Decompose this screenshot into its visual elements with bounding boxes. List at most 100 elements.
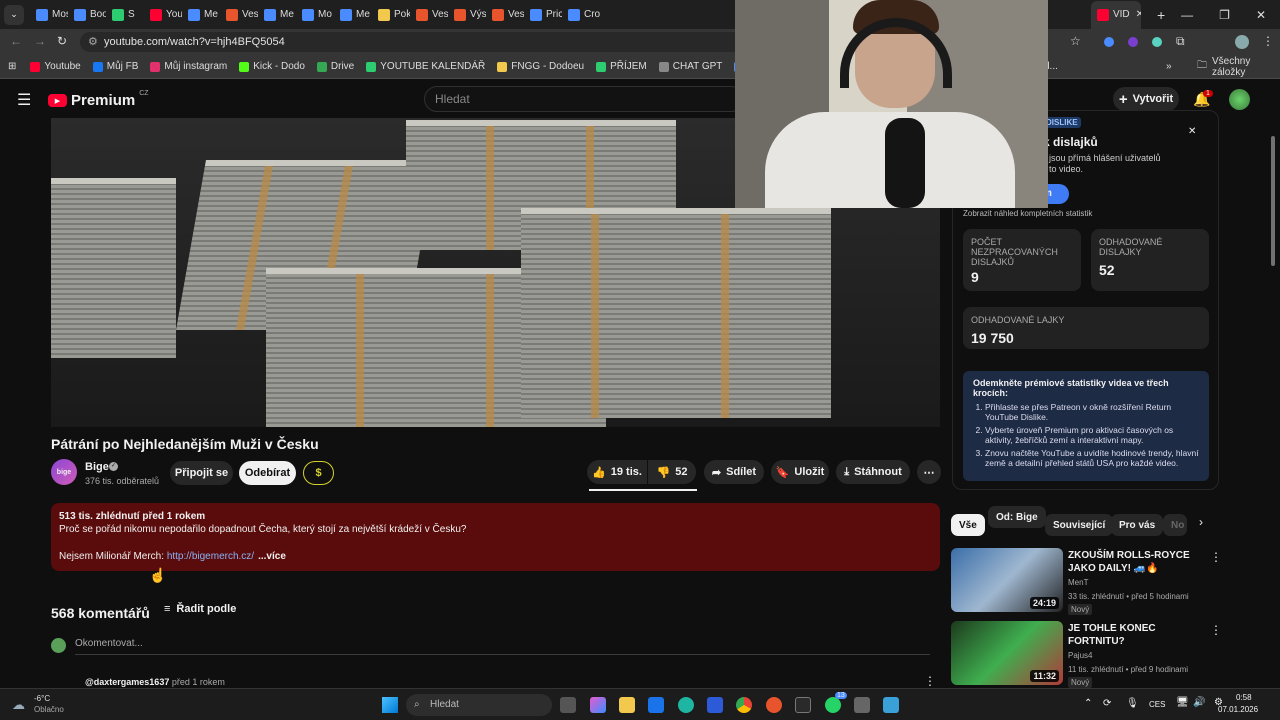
search-input[interactable]: Hledat xyxy=(424,86,744,112)
bookmark-item[interactable]: YOUTUBE KALENDÁŘ xyxy=(366,61,485,72)
like-button[interactable]: 👍 19 tis. xyxy=(587,460,647,484)
tab-1[interactable]: Boo xyxy=(68,1,106,29)
related-thumbnail[interactable]: 11:32 xyxy=(951,621,1063,685)
terminal-icon[interactable] xyxy=(795,697,811,713)
bookmark-item[interactable]: Kick - Dodo xyxy=(239,61,305,72)
tab-10[interactable]: Ves xyxy=(410,1,448,29)
volume-icon[interactable]: 🔊 xyxy=(1193,697,1205,708)
comment-menu-icon[interactable]: ⋮ xyxy=(924,674,936,688)
bookmark-item[interactable]: Můj FB xyxy=(92,61,138,72)
more-actions-button[interactable]: ⋯ xyxy=(917,460,941,484)
taskview-icon[interactable] xyxy=(560,697,576,713)
filter-chip[interactable]: Vše xyxy=(951,514,985,536)
copilot-icon[interactable] xyxy=(590,697,606,713)
extension-icon-3[interactable] xyxy=(1152,37,1162,47)
channel-avatar-bige[interactable]: bige xyxy=(51,459,77,485)
related-menu-icon[interactable]: ⋮ xyxy=(1210,550,1222,564)
tab-5[interactable]: Ves xyxy=(220,1,258,29)
calculator-icon[interactable] xyxy=(854,697,870,713)
tab-11[interactable]: Výs xyxy=(448,1,486,29)
chrome-icon[interactable] xyxy=(736,697,752,713)
ryd-preview-link[interactable]: Zobrazit náhled kompletních statistik xyxy=(963,209,1092,218)
chips-next-icon[interactable]: › xyxy=(1199,515,1203,529)
tab-14[interactable]: Cro xyxy=(562,1,600,29)
bookmarks-overflow-icon[interactable]: » xyxy=(1166,61,1172,72)
thanks-button[interactable]: $ xyxy=(303,461,334,485)
bookmark-item[interactable]: PŘÍJEM xyxy=(596,61,647,72)
tab-2[interactable]: S xyxy=(106,1,144,29)
network-icon[interactable]: 🖥 xyxy=(1176,697,1189,708)
obs-icon[interactable] xyxy=(766,697,782,713)
join-button[interactable]: Připojit se xyxy=(170,461,233,485)
bookmark-item[interactable]: Youtube xyxy=(30,61,81,72)
back-icon[interactable]: ← xyxy=(10,34,22,48)
tab-search-button[interactable]: ⌄ xyxy=(4,4,24,25)
start-button-icon[interactable] xyxy=(382,697,398,713)
tab-0[interactable]: Mos xyxy=(30,1,68,29)
hamburger-menu-icon[interactable]: ☰ xyxy=(17,90,31,110)
filter-chip[interactable]: Pro vás xyxy=(1111,514,1164,536)
filter-chip[interactable]: Související xyxy=(1045,514,1114,536)
language-indicator[interactable]: CES xyxy=(1149,700,1165,709)
bookmark-item[interactable]: FNGG - Dodoeu xyxy=(497,61,584,72)
new-tab-icon[interactable]: + xyxy=(1157,7,1165,23)
bookmark-item[interactable]: Drive xyxy=(316,61,354,72)
share-button[interactable]: ➦ Sdílet xyxy=(704,460,764,484)
page-scrollbar[interactable] xyxy=(1271,136,1275,266)
ryd-close-icon[interactable]: ✕ xyxy=(1188,126,1196,137)
show-more[interactable]: ...více xyxy=(258,551,286,562)
forward-icon[interactable]: → xyxy=(34,34,46,48)
comment-input[interactable]: Okomentovat... xyxy=(75,638,930,655)
meta-icon[interactable] xyxy=(707,697,723,713)
subscribe-button[interactable]: Odebírat xyxy=(239,461,296,485)
profile-avatar[interactable] xyxy=(1235,35,1249,49)
outlook-icon[interactable] xyxy=(648,697,664,713)
related-title[interactable]: JE TOHLE KONEC FORTNITU? xyxy=(1068,622,1203,648)
reload-icon[interactable]: ↻ xyxy=(57,34,67,48)
clock-date[interactable]: 07.01.2026 xyxy=(1218,705,1258,714)
menu-kebab-icon[interactable]: ⋮ xyxy=(1262,34,1274,48)
tab-9[interactable]: Pok xyxy=(372,1,410,29)
filter-chip[interactable]: No xyxy=(1163,514,1187,536)
tray-overflow-icon[interactable]: ⌃ xyxy=(1084,698,1092,709)
filter-chip[interactable]: Od: Bige xyxy=(988,506,1046,528)
tab-4[interactable]: Me xyxy=(182,1,220,29)
youtube-logo[interactable]: ▶ Premium CZ xyxy=(48,90,149,109)
description-box[interactable]: 513 tis. zhlédnutí před 1 rokem Proč se … xyxy=(51,503,940,571)
all-bookmarks[interactable]: Všechny záložky xyxy=(1212,56,1280,78)
site-info-icon[interactable]: ⚙ xyxy=(88,32,98,52)
edge-icon[interactable] xyxy=(678,697,694,713)
related-channel[interactable]: Pajus4 xyxy=(1068,651,1092,660)
related-title[interactable]: ZKOUŠÍM ROLLS-ROYCE JAKO DAILY! 🚙🔥 xyxy=(1068,549,1203,575)
related-channel[interactable]: MenT xyxy=(1068,578,1088,587)
clock-time[interactable]: 0:58 xyxy=(1236,693,1252,702)
bookmark-item[interactable]: Můj instagram xyxy=(150,61,227,72)
comment-author[interactable]: @daxtergames1637 xyxy=(85,677,169,687)
extension-icon-1[interactable] xyxy=(1104,37,1114,47)
tab-12[interactable]: Ves xyxy=(486,1,524,29)
extension-icon-2[interactable] xyxy=(1128,37,1138,47)
restore-icon[interactable]: ❐ xyxy=(1219,8,1230,22)
minimize-icon[interactable]: — xyxy=(1181,8,1193,22)
sync-icon[interactable]: ⟳ xyxy=(1103,698,1111,709)
whatsapp-icon[interactable] xyxy=(825,697,841,713)
save-button[interactable]: 🔖 Uložit xyxy=(771,460,829,484)
tab-13[interactable]: Pric xyxy=(524,1,562,29)
notepad-icon[interactable] xyxy=(883,697,899,713)
channel-name[interactable]: Bige xyxy=(85,461,109,473)
bookmark-item[interactable]: CHAT GPT xyxy=(658,61,722,72)
mic-icon[interactable]: 🎙 xyxy=(1126,698,1139,709)
tab-8[interactable]: Me xyxy=(334,1,372,29)
taskbar-search[interactable]: ⌕ Hledat xyxy=(406,694,552,716)
extensions-puzzle-icon[interactable]: ⧉ xyxy=(1176,34,1185,49)
apps-grid-icon[interactable]: ⊞ xyxy=(8,61,16,72)
related-thumbnail[interactable]: 24:19 xyxy=(951,548,1063,612)
tab-7[interactable]: Mo xyxy=(296,1,334,29)
related-menu-icon[interactable]: ⋮ xyxy=(1210,623,1222,637)
create-button[interactable]: + Vytvořit xyxy=(1113,87,1179,111)
channel-avatar[interactable] xyxy=(1229,89,1250,110)
tab-6[interactable]: Me xyxy=(258,1,296,29)
close-window-icon[interactable]: ✕ xyxy=(1256,8,1266,22)
dislike-button[interactable]: 👎 52 xyxy=(648,460,696,484)
merch-link[interactable]: http://bigemerch.cz/ xyxy=(167,551,254,562)
